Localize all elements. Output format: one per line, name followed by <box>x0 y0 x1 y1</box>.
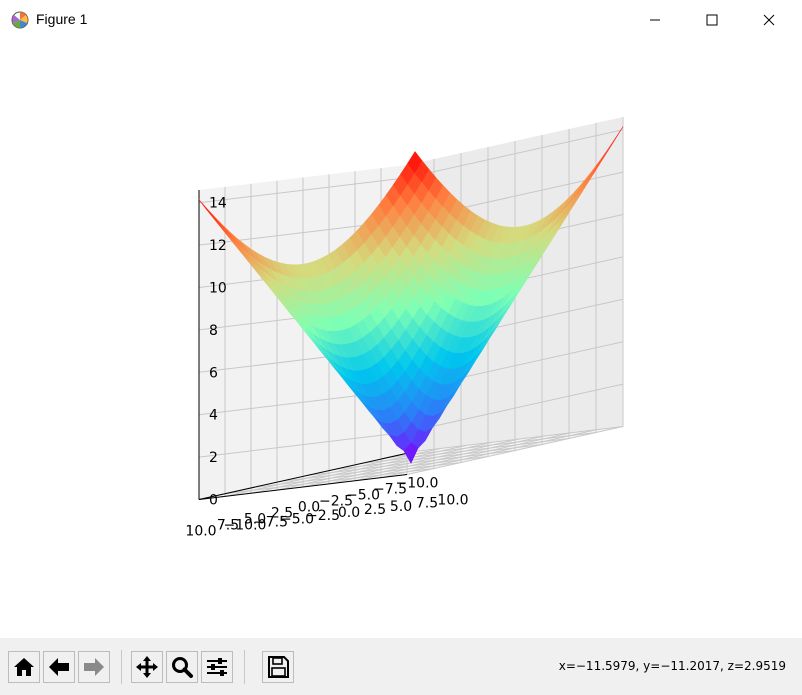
z-tick-label: 2 <box>209 450 218 466</box>
coordinate-readout: x=−11.5979, y=−11.2017, z=2.9519 <box>558 659 786 673</box>
z-tick-label: 14 <box>209 196 227 212</box>
zoom-button[interactable] <box>166 651 198 683</box>
z-tick-label: 10 <box>209 281 227 297</box>
x-tick-label: 10.0 <box>185 524 216 540</box>
window-titlebar: Figure 1 <box>0 0 802 41</box>
pan-button[interactable] <box>131 651 163 683</box>
toolbar-separator <box>244 650 245 684</box>
y-tick-label: 7.5 <box>416 496 438 512</box>
home-button[interactable] <box>8 651 40 683</box>
subplots-button[interactable] <box>201 651 233 683</box>
arrow-left-icon <box>49 658 69 676</box>
floppy-disk-icon <box>268 656 289 678</box>
sliders-icon <box>207 658 227 676</box>
z-tick-label: 4 <box>209 408 218 424</box>
z-tick-label: 6 <box>209 365 218 381</box>
close-icon <box>763 14 775 26</box>
matplotlib-logo-icon <box>11 11 29 29</box>
move-arrows-icon <box>136 656 158 678</box>
magnifier-icon <box>172 657 193 678</box>
z-tick-label: 0 <box>209 493 218 509</box>
home-icon <box>14 658 34 676</box>
surface-plot[interactable]: −10.0−7.5−5.0−2.50.02.55.07.510.0 −10.0−7… <box>0 40 802 638</box>
close-button[interactable] <box>746 0 792 40</box>
navigation-toolbar: x=−11.5979, y=−11.2017, z=2.9519 <box>0 638 802 695</box>
y-tick-label: 0.0 <box>338 505 360 521</box>
maximize-icon <box>706 14 718 26</box>
y-tick-label: −2.5 <box>306 508 340 524</box>
figure-canvas[interactable]: −10.0 −7.5 −5.0 −2.5 0.0 2.5 5.0 7.5 10.0 −10.0 −7… <box>0 40 802 638</box>
y-tick-label: 2.5 <box>364 502 386 518</box>
z-tick-label: 12 <box>209 238 227 254</box>
z-tick-label: 8 <box>209 323 218 339</box>
forward-button[interactable] <box>78 651 110 683</box>
y-tick-label: 5.0 <box>390 499 412 515</box>
minimize-button[interactable] <box>632 0 678 40</box>
y-tick-label: 10.0 <box>437 493 468 509</box>
save-button[interactable] <box>262 651 294 683</box>
window-title: Figure 1 <box>36 11 88 27</box>
minimize-icon <box>650 19 660 21</box>
toolbar-separator <box>121 650 122 684</box>
maximize-button[interactable] <box>689 0 735 40</box>
back-button[interactable] <box>43 651 75 683</box>
arrow-right-icon <box>84 658 104 676</box>
